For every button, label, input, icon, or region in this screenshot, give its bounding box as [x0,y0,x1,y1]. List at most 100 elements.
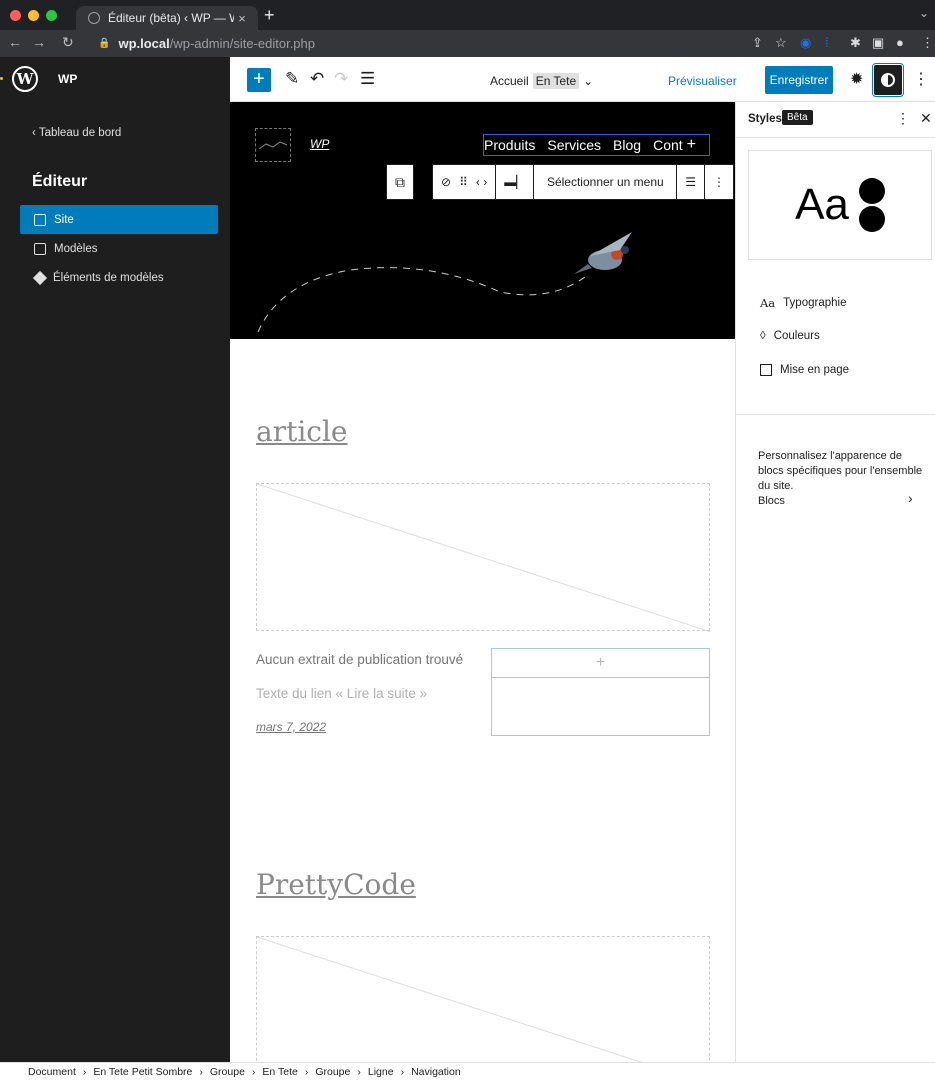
styles-toggle-button[interactable] [872,63,904,97]
item-label: Mise en page [780,364,850,376]
sidebar-item-label: Éléments de modèles [53,271,164,284]
breadcrumb-item[interactable]: Groupe [210,1066,245,1078]
header-cover-block[interactable]: WP Produits Services Blog Cont + ⧉ ⊘ ⠿ ‹… [230,102,735,339]
redo-icon[interactable]: ↷ [334,69,348,89]
document-title-label: Accueil [490,74,529,88]
sidebar-item-template-parts[interactable]: Éléments de modèles [20,263,218,292]
empty-column-block[interactable]: + [491,648,710,736]
navigation-block[interactable]: Produits Services Blog Cont + [483,134,710,156]
breadcrumb-item[interactable]: Document [28,1066,76,1078]
block-breadcrumb: Document › En Tete Petit Sombre › Groupe › … [0,1062,935,1080]
logo-wave-icon [258,141,288,150]
parent-block-icon: ⧉ [395,173,405,190]
undo-icon[interactable]: ↶ [310,69,324,89]
sidebar-item-templates[interactable]: Modèles [20,234,218,263]
save-button[interactable]: Enregistrer [765,66,833,94]
typography-item[interactable]: Aa Typographie [760,296,846,310]
sidebar-item-site[interactable]: Site [20,205,218,234]
compass-icon[interactable]: ⊘ [441,175,451,189]
breadcrumb-item[interactable]: En Tete Petit Sombre [93,1066,192,1078]
editor-canvas[interactable]: WP Produits Services Blog Cont + ⧉ ⊘ ⠿ ‹… [230,102,735,1062]
document-title[interactable]: Accueil En Tete ⌄ [490,73,593,89]
justify-button[interactable]: ▬▏ [496,165,535,199]
nav-item-products[interactable]: Produits [484,137,535,153]
move-arrows-icon[interactable]: ‹ › [476,175,487,189]
flight-path-illustration [257,267,586,333]
maximize-window-button[interactable] [46,10,57,21]
forward-arrow-icon[interactable]: → [32,34,46,50]
minimize-window-button[interactable] [28,10,39,21]
site-logo-placeholder[interactable] [255,128,291,162]
tab-close-icon[interactable]: × [234,11,250,26]
site-title[interactable]: WP [310,137,329,151]
list-view-button[interactable]: ☰ [677,165,705,199]
new-tab-button[interactable]: + [264,5,275,26]
extension-icon[interactable]: ◉ [800,35,811,51]
breadcrumb-separator: › [251,1065,256,1078]
read-more-link[interactable]: Texte du lien « Lire la suite » [256,686,427,701]
profile-avatar[interactable]: ● [896,35,904,50]
close-window-button[interactable] [10,10,21,21]
select-menu-button[interactable]: Sélectionner un menu [534,165,678,199]
post-title[interactable]: PrettyCode [256,868,416,901]
url-field[interactable]: 🔒 wp.local /wp-admin/site-editor.php [90,33,730,54]
styles-more-icon[interactable]: ⋮ [896,110,910,127]
blocks-item[interactable]: Blocs [758,495,785,507]
site-hub: W WP [0,57,230,102]
extensions-puzzle-icon[interactable]: ✱ [850,35,861,51]
notification-dot [0,77,3,80]
extension-icon[interactable]: ⁞ [825,35,829,50]
colors-item[interactable]: ◊ Couleurs [760,330,820,342]
breadcrumb-item[interactable]: En Tete [262,1066,297,1078]
drag-handle-icon[interactable]: ⠿ [459,175,468,189]
template-part-badge: En Tete [532,73,580,89]
nav-item-services[interactable]: Services [547,137,601,153]
block-inserter-button[interactable]: + [247,68,271,92]
sidebar-item-label: Modèles [54,242,98,255]
item-label: Typographie [783,297,847,309]
close-icon[interactable]: ✕ [920,110,932,127]
post-excerpt[interactable]: Aucun extrait de publication trouvé [256,652,463,667]
settings-gear-icon[interactable]: ✹ [850,69,863,89]
breadcrumb-item[interactable]: Groupe [315,1066,350,1078]
post-date[interactable]: mars 7, 2022 [256,720,326,734]
block-options-button[interactable]: ⋮ [705,165,733,199]
add-block-button[interactable]: + [492,649,709,678]
breadcrumb-item[interactable]: Navigation [411,1066,461,1078]
tab-search-chevron-icon[interactable]: ⌄ [919,6,929,20]
browser-tab-bar: Éditeur (bêta) ‹ WP — WordPress × + ⌄ [0,0,935,30]
droplet-icon: ◊ [760,330,766,342]
wordpress-logo-icon[interactable]: W [12,66,38,92]
share-icon[interactable]: ⇪ [752,35,763,51]
preview-button[interactable]: Prévisualiser [668,74,737,88]
bird-illustration [574,232,632,274]
post-title[interactable]: article [256,415,348,448]
chevron-right-icon[interactable]: › [908,490,913,506]
url-domain: wp.local [118,36,170,51]
featured-image-placeholder[interactable] [256,936,710,1062]
browser-menu-icon[interactable]: ⋮ [921,35,934,51]
nav-item-blog[interactable]: Blog [613,137,641,153]
back-arrow-icon[interactable]: ← [8,34,22,50]
options-menu-icon[interactable]: ⋮ [913,69,929,89]
reload-icon[interactable]: ↻ [62,34,74,51]
layout-item[interactable]: Mise en page [760,364,849,376]
featured-image-placeholder[interactable] [256,483,712,633]
list-view-icon[interactable]: ☰ [360,69,375,89]
tools-pencil-icon[interactable]: ✎ [285,69,299,89]
beta-badge: Bêta [782,110,813,125]
nav-add-item-button[interactable]: + [687,136,696,154]
sidebar-title: Éditeur [32,173,88,190]
side-panel-icon[interactable]: ▣ [872,35,884,51]
typography-icon: Aa [760,296,776,310]
home-icon [34,213,46,226]
browser-tab[interactable]: Éditeur (bêta) ‹ WP — WordPress × [76,6,258,30]
breadcrumb-item[interactable]: Ligne [368,1066,394,1078]
back-to-dashboard-link[interactable]: ‹ Tableau de bord [32,127,121,139]
bookmark-star-icon[interactable]: ☆ [775,35,787,51]
blocks-description: Personnalisez l'apparence de blocs spéci… [758,450,923,492]
back-label: Tableau de bord [38,127,122,139]
select-parent-button[interactable]: ⧉ [386,164,414,200]
nav-item-contact[interactable]: Cont [653,137,683,153]
globe-icon [88,12,100,24]
